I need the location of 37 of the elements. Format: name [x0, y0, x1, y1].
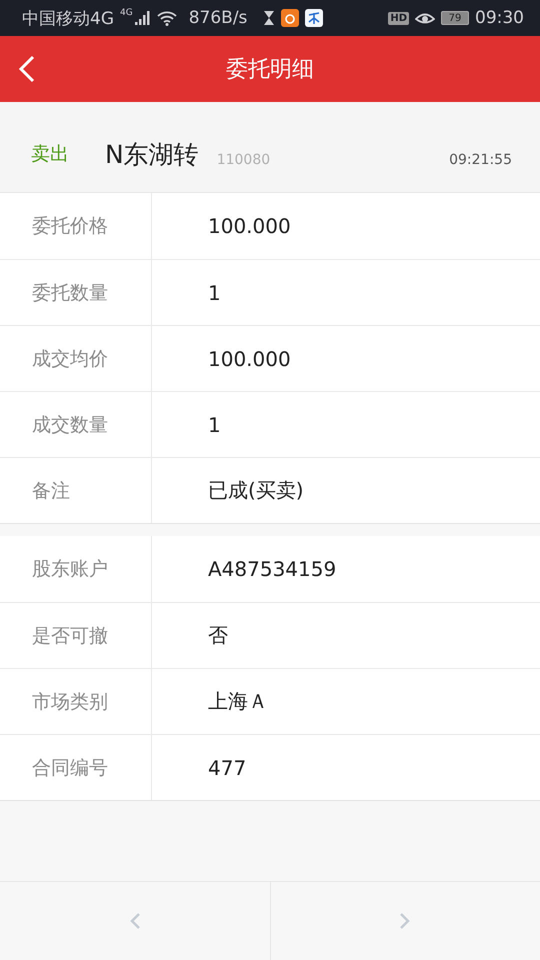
stock-code: 110080	[216, 152, 270, 168]
field-label: 是否可撤	[32, 624, 108, 648]
battery-icon: 79	[441, 11, 469, 25]
field-label: 委托价格	[32, 214, 108, 239]
field-value: 100.000	[208, 346, 291, 370]
header-title: 委托明细	[226, 56, 314, 84]
chevron-left-icon	[128, 912, 141, 930]
network-type-label: 4G	[120, 8, 133, 18]
signal-icon	[134, 11, 151, 25]
field-value: 否	[208, 622, 228, 649]
wifi-icon	[156, 10, 177, 26]
hd-badge: HD	[388, 12, 409, 24]
order-side: 卖出	[31, 142, 69, 167]
field-label: 备注	[32, 478, 70, 504]
chevron-right-icon	[399, 912, 412, 930]
field-label: 市场类别	[32, 690, 108, 714]
hourglass-icon	[263, 10, 276, 26]
clock: 09:30	[475, 8, 524, 28]
field-value: 477	[208, 756, 246, 780]
field-label: 成交数量	[32, 412, 108, 438]
carrier-text: 中国移动4G	[22, 8, 114, 30]
field-value: 1	[208, 280, 221, 304]
field-label: 成交均价	[32, 346, 108, 372]
stock-name: N东湖转	[105, 138, 199, 170]
order-time: 09:21:55	[449, 152, 512, 168]
field-label: 委托数量	[32, 280, 108, 306]
field-label: 合同编号	[32, 756, 108, 780]
eye-icon	[415, 11, 435, 25]
app-icon	[305, 9, 324, 27]
field-value: 1	[208, 412, 221, 436]
field-value: 已成(买卖)	[208, 477, 304, 504]
app-icon	[281, 9, 300, 27]
field-label: 股东账户	[32, 557, 108, 582]
field-value: A487534159	[208, 557, 336, 581]
network-speed: 876B/s	[188, 8, 248, 28]
field-value: 上海Ａ	[208, 688, 268, 715]
field-value: 100.000	[208, 214, 291, 238]
